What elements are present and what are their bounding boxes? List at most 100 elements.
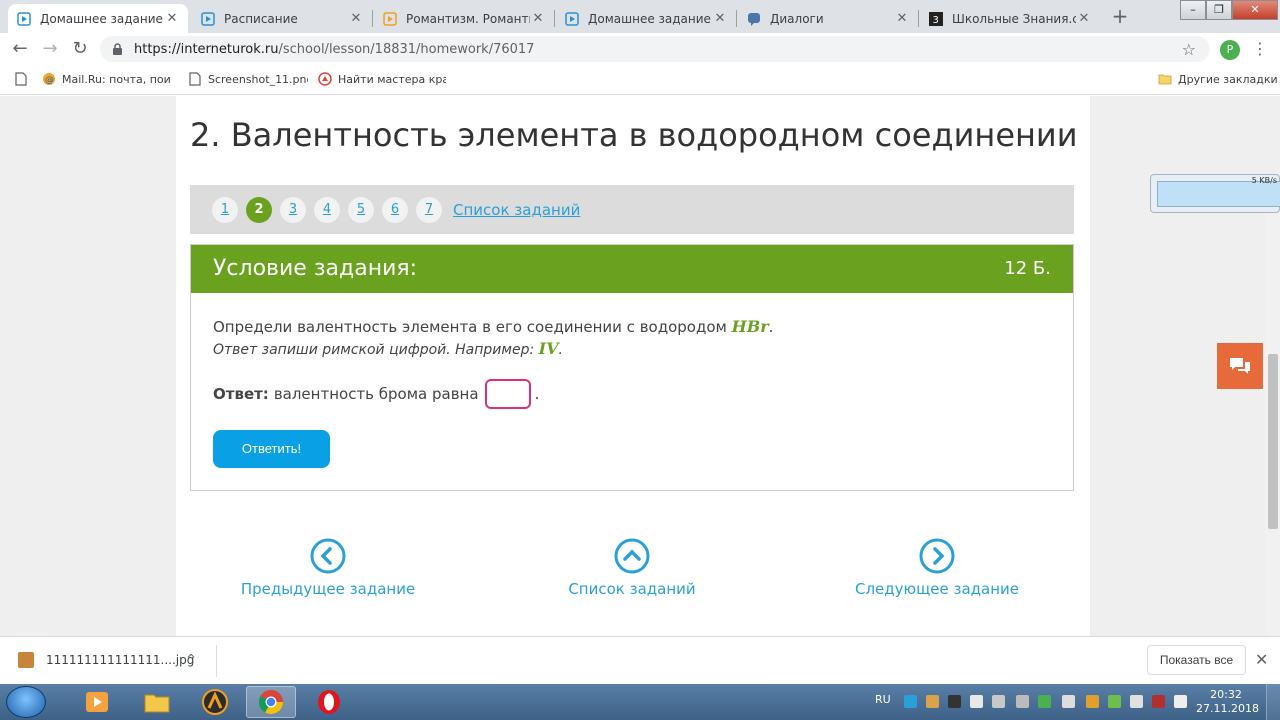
show-all-downloads-button[interactable]: Показать все	[1147, 645, 1246, 675]
submit-answer-button[interactable]: Ответить!	[213, 430, 330, 468]
svg-text:@: @	[45, 76, 54, 86]
close-icon[interactable]: ✕	[1076, 11, 1092, 26]
tray-icon[interactable]	[1086, 695, 1099, 708]
tray-icon[interactable]	[926, 695, 939, 708]
minimize-button[interactable]: –	[1180, 0, 1206, 20]
task-list-nav-link[interactable]: Список заданий	[532, 538, 732, 598]
answer-input[interactable]	[484, 379, 531, 409]
tab-separator	[918, 10, 919, 27]
task-condition: Определи валентность элемента в его соед…	[213, 317, 774, 336]
step-6[interactable]: 6	[382, 197, 408, 223]
chat-button[interactable]	[1217, 343, 1263, 389]
tray-icon[interactable]	[1108, 695, 1121, 708]
back-button[interactable]: ←	[8, 37, 32, 61]
close-icon[interactable]: ✕	[712, 11, 728, 26]
taskbar-clock[interactable]: 20:32 27.11.2018	[1196, 688, 1259, 716]
scrollbar-thumb[interactable]	[1268, 354, 1278, 529]
start-button[interactable]	[6, 686, 46, 718]
menu-icon[interactable]: ⋮	[1252, 39, 1268, 59]
chrome-icon[interactable]	[246, 686, 296, 718]
network-tray-icon[interactable]	[904, 695, 917, 708]
tray-icon[interactable]	[948, 695, 961, 708]
step-3[interactable]: 3	[280, 197, 306, 223]
lesson-content: 2. Валентность элемента в водородном сое…	[176, 96, 1090, 636]
reload-button[interactable]: ↻	[68, 37, 92, 61]
task-header-title: Условие задания:	[213, 256, 418, 281]
tray-icon[interactable]	[1130, 695, 1143, 708]
tab-strip: Домашнее задание - Х ✕ Расписание ✕ Рома…	[0, 0, 1280, 33]
flag-tray-icon[interactable]	[1016, 695, 1029, 708]
close-icon[interactable]: ✕	[348, 11, 364, 26]
tab-romanticism[interactable]: Романтизм. Романтиче ✕	[374, 4, 554, 33]
tab-title: Романтизм. Романтиче	[406, 11, 530, 26]
explorer-icon[interactable]	[132, 686, 182, 718]
tray-icon[interactable]	[1174, 695, 1187, 708]
answer-label: Ответ:	[213, 385, 269, 403]
language-indicator[interactable]: RU	[875, 693, 891, 706]
bookmark-mailru[interactable]: @ Mail.Ru: почта, поис	[42, 72, 170, 86]
step-2[interactable]: 2	[246, 197, 272, 223]
svg-text:3: 3	[933, 15, 939, 26]
tab-homework[interactable]: Домашнее задание - Х ✕	[8, 4, 188, 33]
forward-button[interactable]: →	[38, 37, 62, 61]
tab-title: Домашнее задание - Ф	[588, 11, 712, 26]
tab-title: Диалоги	[770, 11, 824, 26]
tab-title: Школьные Знания.com	[952, 11, 1076, 26]
tab-title: Расписание	[224, 11, 298, 26]
opera-icon[interactable]	[304, 686, 354, 718]
lock-icon	[112, 43, 124, 55]
step-5[interactable]: 5	[348, 197, 374, 223]
file-icon	[188, 72, 202, 86]
page-scrollbar[interactable]	[1266, 192, 1280, 636]
tray-icon[interactable]	[1152, 695, 1165, 708]
close-icon[interactable]: ✕	[1255, 650, 1268, 669]
folder-icon	[1158, 72, 1172, 86]
bookmarks-bar: @ Mail.Ru: почта, поис Screenshot_11.png…	[0, 65, 1280, 95]
play-icon	[200, 11, 216, 27]
show-desktop-button[interactable]	[1266, 684, 1280, 720]
task-list-link[interactable]: Список заданий	[453, 201, 580, 219]
download-item[interactable]: 111111111111111....jpg	[18, 652, 194, 668]
step-1[interactable]: 1	[212, 197, 238, 223]
apps-icon[interactable]	[14, 72, 34, 86]
tab-znanija[interactable]: 3 Школьные Знания.com ✕	[920, 4, 1100, 33]
chevron-up-icon	[614, 538, 650, 574]
profile-avatar[interactable]: P	[1220, 40, 1240, 60]
step-4[interactable]: 4	[314, 197, 340, 223]
next-task-link[interactable]: Следующее задание	[837, 538, 1037, 598]
answer-text: валентность брома равна	[273, 385, 479, 403]
tab-schedule[interactable]: Расписание ✕	[192, 4, 372, 33]
step-7[interactable]: 7	[416, 197, 442, 223]
bookmark-screenshot[interactable]: Screenshot_11.png	[188, 72, 308, 86]
close-window-button[interactable]: ✕	[1232, 0, 1278, 20]
maximize-button[interactable]: ❐	[1206, 0, 1232, 20]
task-steps-bar: 1 2 3 4 5 6 7 Список заданий	[190, 185, 1074, 234]
close-icon[interactable]: ✕	[894, 11, 910, 26]
new-tab-button[interactable]: +	[1108, 5, 1132, 29]
tab-separator	[554, 10, 555, 27]
tray-icon[interactable]	[1038, 695, 1051, 708]
bookmark-other[interactable]: Другие закладки	[1158, 72, 1278, 86]
task-panel: Условие задания: 12 Б. Определи валентно…	[190, 244, 1074, 491]
network-rate: 5 KB/s	[1251, 176, 1277, 185]
aimp-icon[interactable]	[190, 686, 240, 718]
tab-dialogs[interactable]: Диалоги ✕	[738, 4, 918, 33]
bookmark-star-icon[interactable]: ☆	[1182, 40, 1196, 59]
network-speed-widget: 5 KB/s	[1150, 174, 1280, 213]
tab-homework-2[interactable]: Домашнее задание - Ф ✕	[556, 4, 736, 33]
address-bar[interactable]: https://interneturok.ru/school/lesson/18…	[100, 36, 1210, 62]
volume-tray-icon[interactable]	[992, 695, 1005, 708]
close-icon[interactable]: ✕	[164, 11, 180, 26]
media-player-icon[interactable]	[72, 686, 122, 718]
prev-task-link[interactable]: Предыдущее задание	[228, 538, 428, 598]
signal-tray-icon[interactable]	[970, 695, 983, 708]
znanija-logo-icon: 3	[928, 11, 944, 27]
formula-example: IV	[538, 339, 559, 358]
close-icon[interactable]: ✕	[530, 11, 546, 26]
bookmark-master[interactable]: Найти мастера крас	[318, 72, 446, 86]
chevron-left-icon	[310, 538, 346, 574]
chevron-up-icon[interactable]: ^	[186, 652, 196, 666]
speaker-tray-icon[interactable]	[1062, 695, 1075, 708]
windows-taskbar: RU 20:32 27.11.2018	[0, 684, 1280, 720]
page-viewport: 2. Валентность элемента в водородном сое…	[0, 96, 1280, 636]
